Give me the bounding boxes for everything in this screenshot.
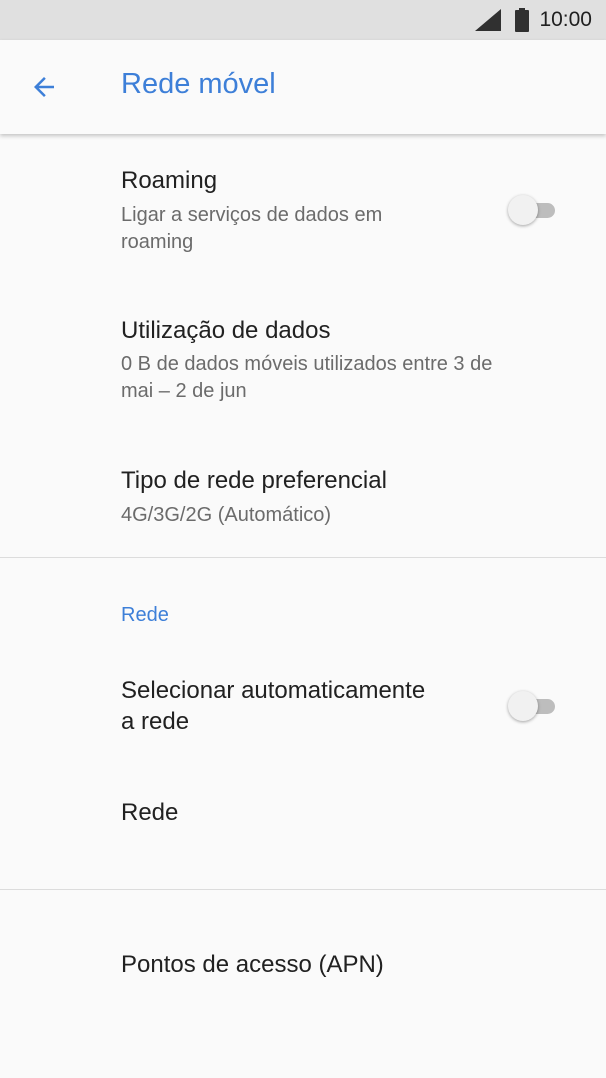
auto-select-toggle[interactable] xyxy=(506,691,560,721)
data-usage-summary-line2: mai – 2 de jun xyxy=(121,380,247,402)
roaming-summary-line1: Ligar a serviços de dados em xyxy=(121,204,383,226)
roaming-toggle-thumb xyxy=(508,195,538,225)
roaming-summary-line2: roaming xyxy=(121,231,194,253)
apn-item[interactable]: Pontos de acesso (APN) xyxy=(0,920,606,1010)
data-usage-title: Utilização de dados xyxy=(121,317,331,344)
network-type-item[interactable]: Tipo de rede preferencial 4G/3G/2G (Auto… xyxy=(0,450,606,550)
status-time: 10:00 xyxy=(539,8,592,31)
toolbar: Rede móvel xyxy=(0,40,606,134)
status-bar: 10:00 xyxy=(0,0,606,40)
network-type-summary: 4G/3G/2G (Automático) xyxy=(121,504,332,526)
roaming-title: Roaming xyxy=(121,167,218,194)
apn-title: Pontos de acesso (APN) xyxy=(121,951,384,978)
network-title: Rede xyxy=(121,799,179,826)
data-usage-summary-line1: 0 B de dados móveis utilizados entre 3 d… xyxy=(121,353,493,375)
signal-icon xyxy=(473,8,503,32)
network-type-title: Tipo de rede preferencial xyxy=(121,467,387,494)
roaming-toggle[interactable] xyxy=(506,195,560,225)
section-header-rede: Rede xyxy=(121,604,169,626)
data-usage-item[interactable]: Utilização de dados 0 B de dados móveis … xyxy=(0,300,606,430)
auto-select-title-line2: a rede xyxy=(121,708,190,735)
battery-icon xyxy=(515,8,530,32)
divider xyxy=(0,557,606,558)
network-item[interactable]: Rede xyxy=(0,770,606,860)
auto-select-network-item[interactable]: Selecionar automaticamente a rede xyxy=(0,660,606,760)
back-button[interactable] xyxy=(20,63,68,111)
page-title: Rede móvel xyxy=(121,68,276,100)
auto-select-toggle-thumb xyxy=(508,691,538,721)
roaming-item[interactable]: Roaming Ligar a serviços de dados em roa… xyxy=(0,134,606,274)
divider xyxy=(0,889,606,890)
status-icons: 10:00 xyxy=(473,0,592,40)
auto-select-title-line1: Selecionar automaticamente xyxy=(121,677,426,704)
arrow-back-icon xyxy=(29,72,59,102)
